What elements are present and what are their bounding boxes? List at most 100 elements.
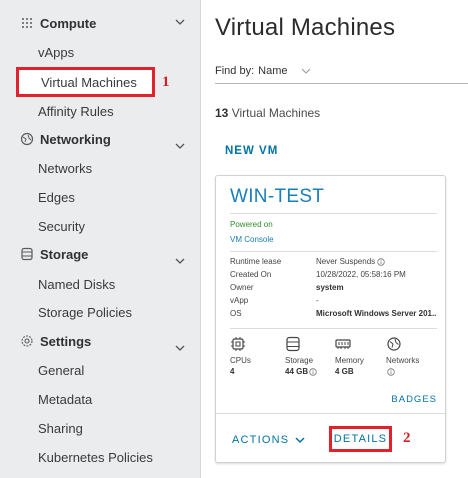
- sidebar-item-label: Affinity Rules: [38, 103, 114, 119]
- actions-label: ACTIONS: [232, 434, 290, 446]
- annotation-number: 2: [403, 430, 411, 446]
- detail-value: system: [316, 283, 344, 292]
- sidebar-section-storage[interactable]: Storage: [20, 243, 195, 265]
- gear-icon: [21, 335, 33, 347]
- sidebar-item-kubernetes-policies[interactable]: Kubernetes Policies: [38, 446, 188, 468]
- chevron-down-icon[interactable]: [175, 256, 185, 266]
- detail-key: vApp: [230, 296, 249, 305]
- sidebar-item-label: Virtual Machines: [41, 74, 137, 90]
- resource-cpus: CPUs 4: [230, 336, 282, 382]
- grid-dots-icon: [22, 18, 32, 28]
- sidebar-item-security[interactable]: Security: [38, 215, 188, 237]
- sidebar-item-edges[interactable]: Edges: [38, 186, 188, 208]
- database-icon: [21, 247, 33, 261]
- details-button[interactable]: DETAILS: [329, 426, 392, 452]
- sidebar-item-label: Security: [38, 218, 85, 234]
- sidebar-item-affinity-rules[interactable]: Affinity Rules: [38, 100, 188, 122]
- detail-value: -: [316, 296, 319, 305]
- divider: [216, 413, 445, 414]
- info-icon[interactable]: [309, 368, 317, 376]
- power-status: Powered on: [230, 220, 273, 229]
- sidebar-item-label: Kubernetes Policies: [38, 449, 153, 465]
- memory-icon: [335, 339, 351, 349]
- sidebar-item-metadata[interactable]: Metadata: [38, 388, 188, 410]
- detail-row-os: OS Microsoft Windows Server 201..: [230, 309, 440, 321]
- info-icon[interactable]: [387, 368, 395, 376]
- vm-console-link[interactable]: VM Console: [230, 235, 274, 244]
- main-content: Virtual Machines Find by: Name 13 Virtua…: [201, 0, 468, 478]
- resource-value: [386, 367, 395, 376]
- detail-key: OS: [230, 309, 242, 318]
- section-title: Networking: [40, 131, 111, 147]
- badges-button[interactable]: BADGES: [391, 394, 437, 405]
- detail-value: Microsoft Windows Server 201..: [316, 309, 437, 318]
- sidebar: Compute vApps Virtual Machines 1 Affinit…: [0, 0, 201, 478]
- annotation-number: 1: [162, 74, 170, 90]
- sidebar-item-storage-policies[interactable]: Storage Policies: [38, 301, 188, 323]
- detail-row-created-on: Created On 10/28/2022, 05:58:16 PM: [230, 270, 440, 282]
- resource-value: 4 GB: [335, 367, 354, 376]
- divider: [230, 328, 437, 329]
- sidebar-item-label: Metadata: [38, 391, 93, 407]
- new-vm-button[interactable]: NEW VM: [225, 145, 278, 157]
- page-title: Virtual Machines: [215, 14, 396, 41]
- detail-row-vapp: vApp -: [230, 296, 440, 308]
- detail-row-owner: Owner system: [230, 283, 440, 295]
- network-icon: [20, 132, 34, 146]
- vm-count-text: Virtual Machines: [228, 106, 321, 120]
- chevron-down-icon[interactable]: [175, 141, 185, 151]
- sidebar-item-label: Sharing: [38, 420, 83, 436]
- resource-label: Networks: [386, 356, 420, 365]
- sidebar-item-sharing[interactable]: Sharing: [38, 417, 188, 439]
- section-title: Settings: [40, 333, 92, 349]
- sidebar-section-settings[interactable]: Settings: [20, 330, 195, 352]
- vm-name-link[interactable]: WIN-TEST: [230, 186, 324, 208]
- sidebar-item-virtual-machines[interactable]: Virtual Machines: [16, 67, 155, 97]
- search-underline: [215, 83, 468, 84]
- divider: [230, 213, 437, 214]
- detail-key: Runtime lease: [230, 257, 282, 266]
- divider: [230, 251, 437, 252]
- section-title: Compute: [40, 15, 97, 31]
- chevron-down-icon[interactable]: [175, 343, 185, 353]
- find-by-select[interactable]: Find by: Name: [215, 65, 311, 77]
- resource-value: 44 GB: [285, 367, 317, 376]
- sidebar-item-general[interactable]: General: [38, 359, 188, 381]
- section-title: Storage: [40, 246, 89, 262]
- detail-key: Created On: [230, 270, 272, 279]
- detail-key: Owner: [230, 283, 254, 292]
- info-icon[interactable]: [377, 258, 385, 266]
- sidebar-item-label: Networks: [38, 160, 93, 176]
- resource-memory: Memory 4 GB: [335, 336, 387, 382]
- resource-label: Storage: [285, 356, 314, 365]
- network-icon: [387, 337, 401, 351]
- detail-value: 10/28/2022, 05:58:16 PM: [316, 270, 406, 279]
- find-by-label: Find by:: [215, 65, 255, 77]
- sidebar-section-networking[interactable]: Networking: [20, 128, 195, 150]
- resource-value: 4: [230, 367, 235, 376]
- sidebar-item-vapps[interactable]: vApps: [38, 41, 188, 63]
- storage-icon: [286, 336, 300, 352]
- find-by-value: Name: [258, 65, 288, 77]
- sidebar-item-networks[interactable]: Networks: [38, 157, 188, 179]
- sidebar-item-label: Named Disks: [38, 276, 116, 292]
- sidebar-item-named-disks[interactable]: Named Disks: [38, 273, 188, 295]
- chevron-down-icon: [295, 437, 305, 444]
- resource-networks: Networks: [386, 336, 438, 382]
- vm-count-number: 13: [215, 106, 229, 120]
- chevron-down-icon: [302, 68, 311, 74]
- vm-count: 13 Virtual Machines: [215, 106, 320, 120]
- sidebar-item-label: Edges: [38, 189, 75, 205]
- cpu-icon: [231, 337, 245, 351]
- vm-card: WIN-TEST Powered on VM Console Runtime l…: [215, 175, 446, 463]
- actions-dropdown[interactable]: ACTIONS: [232, 434, 305, 446]
- sidebar-item-label: vApps: [38, 44, 75, 60]
- detail-row-runtime-lease: Runtime lease Never Suspends: [230, 257, 440, 269]
- sidebar-item-label: Storage Policies: [38, 304, 132, 320]
- chevron-down-icon[interactable]: [175, 17, 185, 27]
- detail-value: Never Suspends: [316, 257, 444, 266]
- resource-label: CPUs: [230, 356, 251, 365]
- resource-storage: Storage 44 GB: [285, 336, 337, 382]
- app-root: Compute vApps Virtual Machines 1 Affinit…: [0, 0, 468, 478]
- sidebar-section-compute[interactable]: Compute: [20, 12, 195, 34]
